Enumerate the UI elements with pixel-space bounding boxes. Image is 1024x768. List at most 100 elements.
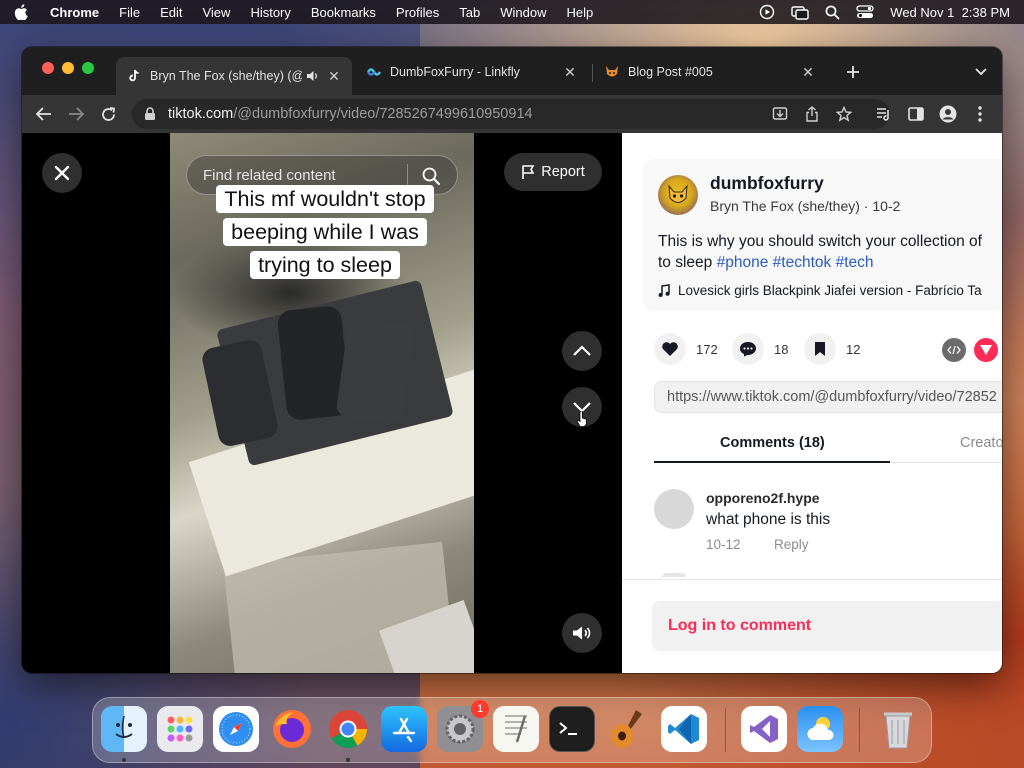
browser-toolbar: tiktok.com/@dumbfoxfurry/video/728526749… (22, 95, 1002, 133)
copy-link-field[interactable]: https://www.tiktok.com/@dumbfoxfurry/vid… (654, 381, 1002, 413)
share-icon[interactable] (802, 104, 822, 124)
tab-title: DumbFoxFurry - Linkfly (390, 65, 520, 79)
visual-studio-icon[interactable] (741, 706, 787, 752)
author-username[interactable]: dumbfoxfurry (710, 173, 824, 194)
description-card: dumbfoxfurry Bryn The Fox (she/they) · 1… (642, 159, 1002, 311)
url-domain: tiktok.com (168, 106, 234, 122)
tab-close-icon[interactable]: ✕ (800, 64, 816, 80)
minimize-window-button[interactable] (62, 62, 74, 74)
avatar[interactable] (654, 489, 694, 529)
comment-button[interactable]: 18 (732, 333, 788, 365)
back-arrow-icon[interactable] (32, 102, 56, 126)
reload-icon[interactable] (96, 102, 120, 126)
dock-separator (859, 708, 860, 752)
menu-tab[interactable]: Tab (459, 5, 480, 20)
music-title: Lovesick girls Blackpink Jiafei version … (678, 283, 982, 298)
new-tab-icon[interactable] (842, 61, 864, 83)
menubar-clock[interactable]: Wed Nov 1 2:38 PM (890, 5, 1010, 20)
close-window-button[interactable] (42, 62, 54, 74)
tab-comments[interactable]: Comments (18) (720, 435, 825, 451)
vscode-icon[interactable] (661, 706, 707, 752)
url-path: /@dumbfoxfurry/video/7285267499610950914 (233, 106, 533, 122)
hashtag-link[interactable]: #tech (836, 254, 874, 271)
profile-icon[interactable] (938, 104, 958, 124)
running-indicator (122, 758, 126, 762)
weather-icon[interactable] (797, 706, 843, 752)
tab-search-chevron-icon[interactable] (970, 61, 992, 83)
bookmark-star-icon[interactable] (834, 104, 854, 124)
site-info-icon[interactable] (144, 107, 158, 121)
menu-edit[interactable]: Edit (160, 5, 182, 20)
tab-audio-icon[interactable] (306, 70, 320, 82)
description-text: to sleep (658, 254, 713, 271)
control-center-icon[interactable] (856, 5, 874, 19)
trash-icon[interactable] (875, 706, 921, 752)
menu-profiles[interactable]: Profiles (396, 5, 439, 20)
tab-creator-videos[interactable]: Creato (960, 435, 1002, 451)
divider (622, 579, 1002, 580)
side-panel-icon[interactable] (906, 104, 926, 124)
more-menu-icon[interactable] (970, 104, 990, 124)
tab-close-icon[interactable]: ✕ (326, 68, 342, 84)
menu-view[interactable]: View (202, 5, 230, 20)
chrome-window: Bryn The Fox (she/they) (@ ✕ DumbFoxFurr… (22, 47, 1002, 673)
launchpad-icon[interactable] (157, 706, 203, 752)
menu-file[interactable]: File (119, 5, 140, 20)
video-viewer: Find related content This mf wouldn't st… (22, 133, 622, 673)
video-player[interactable]: Find related content This mf wouldn't st… (170, 133, 474, 673)
tab-strip: Bryn The Fox (she/they) (@ ✕ DumbFoxFurr… (22, 47, 1002, 95)
reply-button[interactable]: Reply (774, 537, 809, 552)
spotlight-search-icon[interactable] (825, 5, 840, 20)
apple-menu-icon[interactable] (14, 4, 28, 20)
install-app-icon[interactable] (770, 104, 790, 124)
tab-tiktok[interactable]: Bryn The Fox (she/they) (@ ✕ (116, 57, 352, 95)
embed-code-icon[interactable] (942, 338, 966, 362)
author-display-name: Bryn The Fox (she/they) (710, 198, 860, 214)
report-button[interactable]: Report (504, 153, 602, 191)
menu-bookmarks[interactable]: Bookmarks (311, 5, 376, 20)
comment-username[interactable]: opporeno2f.hype (706, 490, 820, 506)
hashtag-link[interactable]: #phone (717, 254, 769, 271)
close-video-button[interactable] (42, 153, 82, 193)
app-store-icon[interactable] (381, 706, 427, 752)
favorite-button[interactable]: 12 (804, 333, 860, 365)
tab-title: Bryn The Fox (she/they) (@ (150, 69, 302, 83)
zoom-window-button[interactable] (82, 62, 94, 74)
tab-separator (592, 64, 593, 82)
system-settings-icon[interactable]: 1 (437, 700, 489, 752)
finder-icon[interactable] (101, 706, 147, 752)
like-button[interactable]: 172 (654, 333, 718, 365)
terminal-icon[interactable] (549, 706, 595, 752)
safari-icon[interactable] (213, 706, 259, 752)
forward-arrow-icon[interactable] (64, 102, 88, 126)
post-date: 10-2 (872, 198, 901, 214)
macos-menubar: Chrome File Edit View History Bookmarks … (0, 0, 1024, 24)
author-avatar[interactable] (658, 175, 698, 215)
menu-window[interactable]: Window (500, 5, 546, 20)
tab-linkfly[interactable]: DumbFoxFurry - Linkfly ✕ (356, 57, 588, 87)
pointer-hand-cursor-icon (576, 410, 588, 432)
chrome-icon[interactable] (325, 706, 371, 752)
menu-help[interactable]: Help (567, 5, 594, 20)
fox-icon (604, 64, 620, 80)
send-message-icon[interactable] (974, 338, 998, 362)
report-label: Report (541, 164, 585, 180)
notification-badge: 1 (471, 700, 489, 718)
music-link[interactable]: Lovesick girls Blackpink Jiafei version … (658, 283, 982, 298)
comment-count: 18 (774, 341, 789, 357)
login-to-comment-button[interactable]: Log in to comment (652, 601, 1002, 651)
textedit-icon[interactable] (493, 706, 539, 752)
garageband-icon[interactable] (605, 706, 651, 752)
previous-video-button[interactable] (562, 331, 602, 371)
screen-mirroring-icon[interactable] (791, 4, 809, 20)
media-play-icon[interactable] (759, 4, 775, 20)
tab-blog-post[interactable]: Blog Post #005 ✕ (594, 57, 826, 87)
hashtag-link[interactable]: #techtok (773, 254, 832, 271)
menu-history[interactable]: History (250, 5, 290, 20)
firefox-icon[interactable] (269, 706, 315, 752)
comment-bubble-icon (732, 333, 764, 365)
media-controls-icon[interactable] (874, 104, 894, 124)
menu-app-name[interactable]: Chrome (50, 5, 99, 20)
volume-button[interactable] (562, 613, 602, 653)
tab-close-icon[interactable]: ✕ (562, 64, 578, 80)
